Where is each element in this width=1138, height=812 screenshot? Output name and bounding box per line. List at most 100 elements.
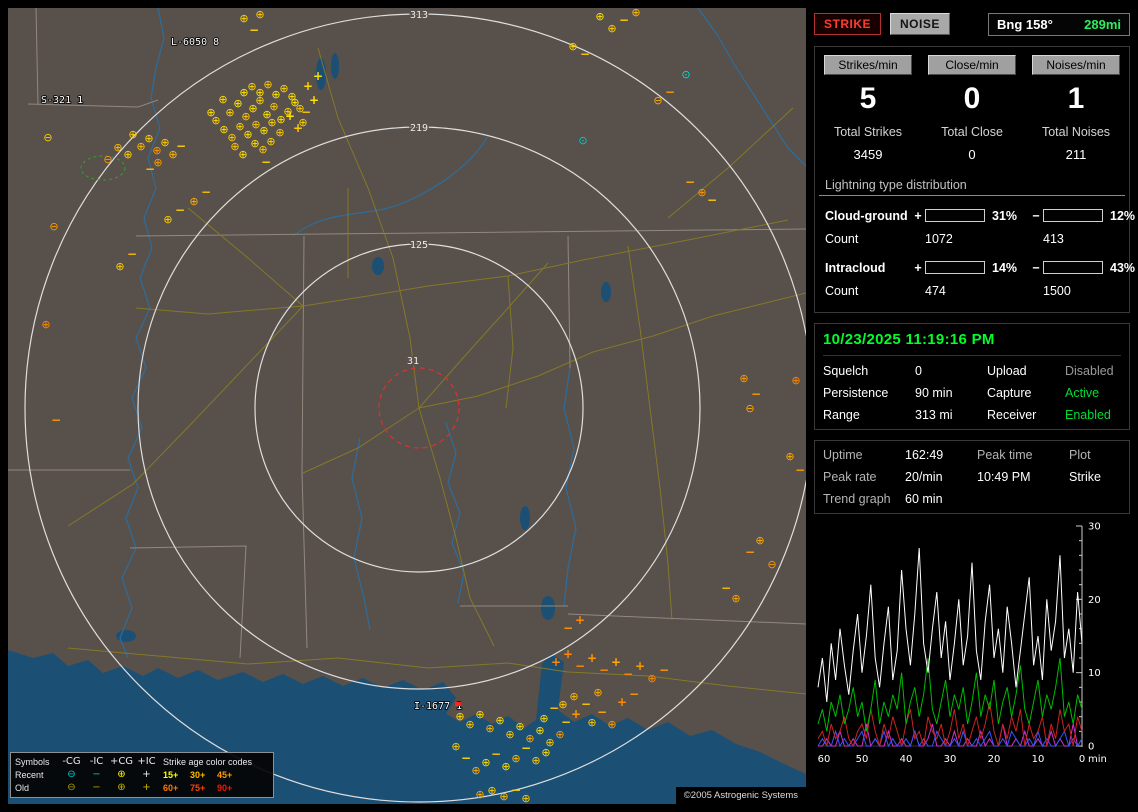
upload-label: Upload — [987, 364, 1027, 378]
svg-text:L-6050 8: L-6050 8 — [171, 37, 219, 48]
svg-text:−: − — [745, 545, 755, 559]
cg-minus-bar — [1043, 209, 1103, 222]
total-noises-value: 211 — [1065, 147, 1087, 162]
close-per-min-value: 0 — [963, 82, 981, 115]
svg-text:−: − — [597, 705, 607, 719]
svg-text:⊕: ⊕ — [41, 318, 50, 331]
svg-text:−: − — [511, 783, 521, 797]
svg-text:S-321 1: S-321 1 — [41, 95, 83, 106]
svg-text:30: 30 — [944, 754, 957, 765]
ncg-recent-icon: ⊖ — [67, 769, 76, 780]
svg-text:−: − — [561, 715, 571, 729]
ring-label-125: 125 — [410, 240, 428, 251]
svg-text:⊖: ⊖ — [43, 131, 52, 144]
total-noises-label: Total Noises — [1041, 125, 1111, 139]
statistics-panel: Strikes/min 5 Total Strikes 3459 Close/m… — [814, 46, 1135, 313]
sidebar: STRIKE NOISE Bng 158° 289mi Strikes/min … — [814, 8, 1135, 804]
persistence-value: 90 min — [915, 386, 953, 400]
plot-label: Plot — [1069, 448, 1091, 462]
legend-title: Symbols — [15, 756, 50, 767]
copyright-notice: ©2005 Astrogenic Systems — [675, 787, 806, 804]
svg-text:⊕: ⊕ — [587, 716, 596, 729]
svg-text:40: 40 — [900, 754, 913, 765]
svg-text:⊕: ⊕ — [189, 195, 198, 208]
svg-text:50: 50 — [856, 754, 869, 765]
legend-old-row: Old ⊖ − ⊕ + 60+ 75+ 90+ — [15, 781, 269, 794]
svg-text:+: + — [611, 655, 621, 669]
svg-text:−: − — [549, 701, 559, 715]
legend-header-row: Symbols -CG -IC +CG +IC Strike age color… — [15, 755, 269, 768]
svg-text:−: − — [721, 581, 731, 595]
svg-text:⊕: ⊕ — [451, 740, 460, 753]
svg-text:−: − — [51, 413, 61, 427]
svg-text:⊕: ⊕ — [511, 752, 520, 765]
info-grid: Uptime 162:49 Peak time Plot Peak rate 2… — [823, 448, 1121, 506]
peak-time-label: Peak time — [977, 448, 1033, 462]
cg-minus-pct: 12% — [1110, 208, 1136, 223]
svg-text:20: 20 — [1088, 595, 1101, 606]
svg-text:⊕: ⊕ — [568, 40, 577, 53]
noise-indicator-button[interactable]: NOISE — [890, 13, 950, 35]
svg-text:⊕: ⊕ — [163, 213, 172, 226]
svg-text:−: − — [707, 193, 717, 207]
svg-text:−: − — [665, 85, 675, 99]
svg-text:60: 60 — [818, 754, 831, 765]
svg-text:⊕: ⊕ — [471, 764, 480, 777]
bearing-label: Bng 158° — [997, 16, 1053, 32]
svg-text:⊕: ⊕ — [647, 672, 656, 685]
svg-text:+: + — [587, 651, 597, 665]
range-label: Range — [823, 408, 860, 422]
svg-text:+: + — [575, 613, 585, 627]
ring-label-219: 219 — [410, 123, 428, 134]
svg-text:⊕: ⊕ — [255, 8, 264, 21]
svg-text:⊕: ⊕ — [539, 712, 548, 725]
squelch-value: 0 — [915, 364, 922, 378]
squelch-label: Squelch — [823, 364, 869, 378]
svg-text:⊕: ⊕ — [595, 10, 604, 23]
svg-text:20: 20 — [988, 754, 1001, 765]
ring-label-313: 313 — [410, 10, 428, 21]
svg-text:⊖: ⊖ — [653, 94, 662, 107]
strike-indicator-button[interactable]: STRIKE — [814, 13, 882, 35]
svg-text:⊕: ⊕ — [269, 100, 278, 113]
cg-minus-count: 413 — [1043, 231, 1064, 246]
nic-recent-icon: − — [92, 769, 101, 780]
svg-text:⊕: ⊕ — [791, 374, 800, 387]
peak-time-value: 10:49 PM — [977, 470, 1031, 484]
svg-text:⊖: ⊖ — [49, 220, 58, 233]
trend-graph-value[interactable]: 60 min — [905, 492, 977, 506]
svg-text:⊕: ⊕ — [218, 93, 227, 106]
ic-minus-bar — [1043, 261, 1103, 274]
svg-text:⊕: ⊕ — [569, 690, 578, 703]
svg-text:−: − — [201, 185, 211, 199]
svg-text:⊕: ⊕ — [238, 148, 247, 161]
svg-text:⊙: ⊙ — [578, 134, 587, 147]
strikes-per-min-button[interactable]: Strikes/min — [824, 55, 912, 75]
age-30: 30+ — [190, 769, 206, 780]
svg-text:⊕: ⊕ — [266, 135, 275, 148]
plot-value[interactable]: Strike — [1069, 470, 1121, 484]
close-per-min-button[interactable]: Close/min — [928, 55, 1016, 75]
nic-old-icon: − — [92, 782, 101, 793]
svg-text:+: + — [313, 69, 323, 83]
svg-text:⊖: ⊖ — [767, 558, 776, 571]
svg-text:⊕: ⊕ — [230, 140, 239, 153]
lightning-map[interactable]: 313 219 125 31 ⊕ ⊕ ⊕ ⊕ ⊕ ⊕ ⊕ ⊕ ⊕ ⊕ ⊕ ⊕ ⊕ ⊕ ⊕ ⊕ ⊕ ⊕ ⊕ ⊕ ⊕ ⊕ ⊕ ⊕ ⊕… — [8, 8, 806, 804]
svg-text:10: 10 — [1088, 668, 1101, 679]
cg-plus-pct: 31% — [992, 208, 1018, 223]
svg-text:+: + — [551, 655, 561, 669]
distribution-title: Lightning type distribution — [819, 178, 1125, 196]
svg-text:+: + — [293, 121, 303, 135]
intracloud-row: Intracloud + 14% − 43% — [819, 256, 1135, 279]
noises-per-min-button[interactable]: Noises/min — [1032, 55, 1120, 75]
map-canvas: 313 219 125 31 ⊕⊕⊕⊕⊕⊕⊕⊕⊕⊕⊕⊕⊕⊕⊕⊕⊕⊕⊕⊕⊕⊕⊕⊕⊕… — [8, 8, 806, 804]
svg-text:⊕: ⊕ — [206, 106, 215, 119]
svg-text:−: − — [751, 387, 761, 401]
svg-text:−: − — [491, 747, 501, 761]
peak-rate-value: 20/min — [905, 470, 943, 484]
plus-sign: + — [914, 260, 922, 275]
ic-plus-bar — [925, 261, 985, 274]
ic-minus-count: 1500 — [1043, 283, 1071, 298]
svg-text:10: 10 — [1032, 754, 1045, 765]
minus-sign: − — [1032, 208, 1040, 223]
